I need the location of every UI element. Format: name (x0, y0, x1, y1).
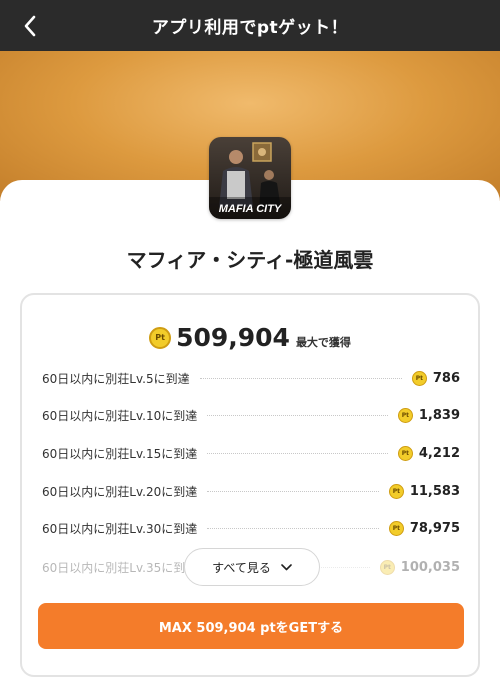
task-label: 60日以内に別荘Lv.30に到達 (42, 521, 198, 536)
pt-coin-icon: Pt (379, 559, 395, 575)
dotted-leader (199, 377, 402, 379)
task-points: 786 (432, 370, 460, 386)
task-row: 60日以内に別荘Lv.15に到達 Pt 4,212 (42, 442, 460, 464)
task-row: 60日以内に別荘Lv.5に到達 Pt 786 (42, 367, 460, 389)
task-label: 60日以内に別荘Lv.15に到達 (42, 446, 198, 461)
dotted-leader (207, 452, 388, 454)
back-button[interactable] (14, 10, 46, 42)
chevron-left-icon (24, 15, 36, 37)
task-label: 60日以内に別荘Lv.10に到達 (42, 408, 198, 423)
pt-coin-icon: Pt (411, 370, 427, 386)
reward-card: Pt 509,904 最大で獲得 60日以内に別荘Lv.5に到達 Pt 786 … (20, 293, 480, 677)
task-reward: Pt 1,839 (397, 407, 460, 423)
total-points: Pt 509,904 最大で獲得 (22, 323, 478, 352)
chevron-down-icon (281, 563, 292, 570)
task-points: 11,583 (409, 483, 460, 499)
task-row: 60日以内に別荘Lv.10に到達 Pt 1,839 (42, 404, 460, 426)
total-points-suffix: 最大で獲得 (295, 335, 351, 349)
task-reward: Pt 786 (411, 370, 460, 386)
task-label: 60日以内に別荘Lv.35に到達 (42, 560, 198, 575)
task-reward: Pt 4,212 (397, 445, 460, 461)
pt-coin-icon: Pt (388, 520, 404, 536)
task-points: 1,839 (418, 407, 460, 423)
task-row: 60日以内に別荘Lv.30に到達 Pt 78,975 (42, 517, 460, 539)
pt-coin-icon: Pt (388, 483, 404, 499)
pt-coin-icon: Pt (397, 407, 413, 423)
dotted-leader (207, 527, 379, 529)
task-points: 78,975 (409, 520, 460, 536)
task-reward: Pt 11,583 (388, 483, 460, 499)
task-label: 60日以内に別荘Lv.5に到達 (42, 371, 190, 386)
page-title: アプリ利用でptゲット！ (151, 18, 349, 38)
top-bar: アプリ利用でptゲット！ (0, 0, 500, 51)
app-icon: MAFIA CITY (209, 137, 291, 219)
app-name: マフィア・シティ-極道風雲 (126, 248, 374, 272)
app-icon-text: MAFIA CITY (219, 203, 283, 215)
dotted-leader (207, 414, 388, 416)
pt-coin-icon: Pt (149, 326, 172, 349)
see-all-button[interactable]: すべて見る (184, 548, 320, 586)
dotted-leader (207, 490, 379, 492)
task-label: 60日以内に別荘Lv.20に到達 (42, 484, 198, 499)
task-reward: Pt 100,035 (379, 559, 460, 575)
task-reward: Pt 78,975 (388, 520, 460, 536)
see-all-label: すべて見る (212, 560, 271, 575)
pt-coin-icon: Pt (397, 445, 413, 461)
task-row: 60日以内に別荘Lv.20に到達 Pt 11,583 (42, 480, 460, 502)
total-points-value: 509,904 (176, 323, 290, 352)
task-points: 100,035 (400, 559, 460, 575)
task-points: 4,212 (418, 445, 460, 461)
get-points-button[interactable]: MAX 509,904 ptをGETする (38, 603, 464, 649)
